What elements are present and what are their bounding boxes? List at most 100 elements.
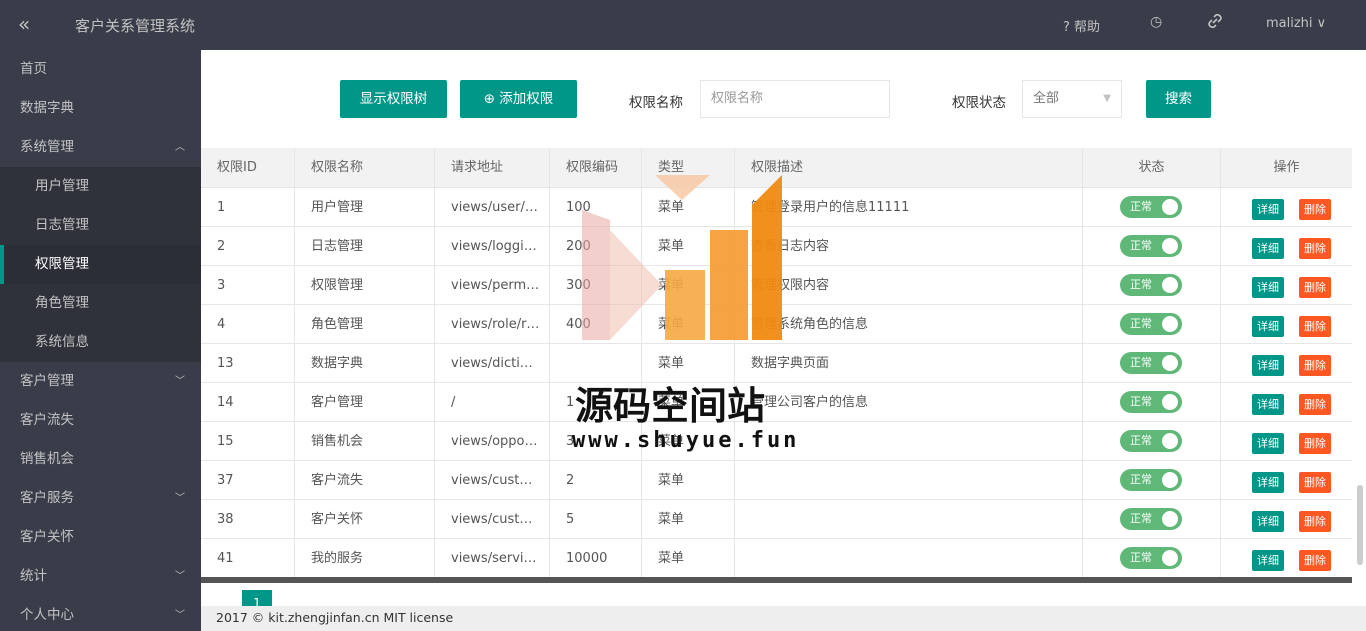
detail-button[interactable]: 详细 bbox=[1252, 355, 1284, 376]
sidebar-item-logs[interactable]: 日志管理 bbox=[0, 206, 201, 245]
sidebar-item-roles[interactable]: 角色管理 bbox=[0, 284, 201, 323]
detail-button[interactable]: 详细 bbox=[1252, 199, 1284, 220]
delete-button[interactable]: 删除 bbox=[1299, 550, 1331, 571]
sidebar-item-churn[interactable]: 客户流失 bbox=[0, 401, 201, 440]
sidebar-item-stats[interactable]: 统计 ﹀ bbox=[0, 557, 201, 596]
cell-status: 正常 bbox=[1083, 188, 1221, 227]
sidebar-item-label: 客户服务 bbox=[20, 490, 74, 506]
sidebar-item-profile[interactable]: 个人中心 ﹀ bbox=[0, 596, 201, 631]
delete-button[interactable]: 删除 bbox=[1299, 316, 1331, 337]
cell-code: 5 bbox=[550, 500, 642, 539]
sidebar-item-sales[interactable]: 销售机会 bbox=[0, 440, 201, 479]
column-header-type[interactable]: 类型 bbox=[642, 148, 735, 187]
collapse-sidebar-icon[interactable]: « bbox=[18, 12, 30, 36]
cell-desc bbox=[735, 539, 1083, 578]
cell-desc: 管理登录用户的信息11111 bbox=[735, 188, 1083, 227]
toggle-knob bbox=[1162, 277, 1178, 293]
cell-id: 38 bbox=[201, 500, 295, 539]
column-header-desc[interactable]: 权限描述 bbox=[735, 148, 1083, 187]
toggle-knob bbox=[1162, 394, 1178, 410]
table-row: 4 角色管理 views/role/r… 400 菜单 管理系统角色的信息 正常 详细 删除 bbox=[201, 304, 1352, 344]
status-toggle-label: 正常 bbox=[1130, 356, 1152, 369]
vertical-scrollbar[interactable] bbox=[1352, 50, 1366, 606]
status-toggle[interactable]: 正常 bbox=[1120, 274, 1182, 296]
horizontal-scrollbar[interactable] bbox=[201, 577, 1352, 583]
sidebar-item-label: 用户管理 bbox=[35, 178, 89, 194]
detail-button[interactable]: 详细 bbox=[1252, 277, 1284, 298]
cell-desc: 管理系统角色的信息 bbox=[735, 305, 1083, 344]
delete-button[interactable]: 删除 bbox=[1299, 394, 1331, 415]
cell-actions: 详细 删除 bbox=[1221, 344, 1352, 383]
status-toggle[interactable]: 正常 bbox=[1120, 469, 1182, 491]
cell-name: 权限管理 bbox=[295, 266, 435, 305]
status-toggle-label: 正常 bbox=[1130, 317, 1152, 330]
delete-button[interactable]: 删除 bbox=[1299, 472, 1331, 493]
cell-status: 正常 bbox=[1083, 461, 1221, 500]
delete-button[interactable]: 删除 bbox=[1299, 238, 1331, 259]
sidebar-item-care[interactable]: 客户关怀 bbox=[0, 518, 201, 557]
detail-button[interactable]: 详细 bbox=[1252, 472, 1284, 493]
column-header-status[interactable]: 状态 bbox=[1083, 148, 1221, 187]
sidebar-item-users[interactable]: 用户管理 bbox=[0, 167, 201, 206]
search-button[interactable]: 搜索 bbox=[1146, 80, 1211, 118]
status-filter-value: 全部 bbox=[1033, 91, 1060, 106]
status-toggle[interactable]: 正常 bbox=[1120, 547, 1182, 569]
footer: 2017 © kit.zhengjinfan.cn MIT license bbox=[201, 606, 1366, 631]
detail-button[interactable]: 详细 bbox=[1252, 550, 1284, 571]
user-menu[interactable]: malizhi ∨ bbox=[1266, 16, 1326, 31]
cell-type: 菜单 bbox=[642, 461, 735, 500]
toggle-knob bbox=[1162, 355, 1178, 371]
delete-button[interactable]: 删除 bbox=[1299, 511, 1331, 532]
detail-button[interactable]: 详细 bbox=[1252, 238, 1284, 259]
delete-button[interactable]: 删除 bbox=[1299, 433, 1331, 454]
clock-icon[interactable]: ◷ bbox=[1150, 14, 1162, 30]
sidebar-item-service[interactable]: 客户服务 ﹀ bbox=[0, 479, 201, 518]
help-link[interactable]: ? 帮助 bbox=[1063, 16, 1100, 35]
chevron-down-icon: ﹀ bbox=[175, 571, 185, 582]
delete-button[interactable]: 删除 bbox=[1299, 355, 1331, 376]
page-current[interactable]: 1 bbox=[242, 590, 272, 606]
status-toggle[interactable]: 正常 bbox=[1120, 430, 1182, 452]
status-toggle[interactable]: 正常 bbox=[1120, 235, 1182, 257]
status-toggle[interactable]: 正常 bbox=[1120, 313, 1182, 335]
table-row: 41 我的服务 views/servi… 10000 菜单 正常 详细 删除 bbox=[201, 538, 1352, 578]
cell-id: 4 bbox=[201, 305, 295, 344]
add-permission-button[interactable]: ⊕ 添加权限 bbox=[460, 80, 577, 118]
show-tree-button[interactable]: 显示权限树 bbox=[340, 80, 447, 118]
link-icon-svg bbox=[1208, 13, 1222, 29]
status-toggle[interactable]: 正常 bbox=[1120, 508, 1182, 530]
cell-id: 2 bbox=[201, 227, 295, 266]
table-row: 13 数据字典 views/dicti… 菜单 数据字典页面 正常 详细 删除 bbox=[201, 343, 1352, 383]
cell-status: 正常 bbox=[1083, 500, 1221, 539]
detail-button[interactable]: 详细 bbox=[1252, 316, 1284, 337]
cell-desc bbox=[735, 500, 1083, 539]
scrollbar-thumb[interactable] bbox=[1357, 485, 1363, 565]
name-filter-input[interactable]: 权限名称 bbox=[700, 80, 890, 118]
sidebar-item-system-info[interactable]: 系统信息 bbox=[0, 323, 201, 362]
detail-button[interactable]: 详细 bbox=[1252, 394, 1284, 415]
delete-button[interactable]: 删除 bbox=[1299, 199, 1331, 220]
sidebar-item-permissions[interactable]: 权限管理 bbox=[0, 245, 201, 284]
sidebar-item-dictionary[interactable]: 数据字典 bbox=[0, 89, 201, 128]
column-header-name[interactable]: 权限名称 bbox=[295, 148, 435, 187]
sidebar-item-system[interactable]: 系统管理 ︿ bbox=[0, 128, 201, 167]
status-toggle[interactable]: 正常 bbox=[1120, 196, 1182, 218]
table-row: 3 权限管理 views/perm… 300 菜单 管理权限内容 正常 详细 删除 bbox=[201, 265, 1352, 305]
status-toggle-label: 正常 bbox=[1130, 278, 1152, 291]
table-row: 1 用户管理 views/user/… 100 菜单 管理登录用户的信息11111 正常 详细… bbox=[201, 187, 1352, 227]
detail-button[interactable]: 详细 bbox=[1252, 511, 1284, 532]
status-toggle[interactable]: 正常 bbox=[1120, 352, 1182, 374]
column-header-id[interactable]: 权限ID bbox=[201, 148, 295, 187]
sidebar-item-home[interactable]: 首页 bbox=[0, 50, 201, 89]
link-icon[interactable] bbox=[1208, 13, 1222, 32]
status-toggle-label: 正常 bbox=[1130, 200, 1152, 213]
column-header-url[interactable]: 请求地址 bbox=[435, 148, 550, 187]
toolbar: 显示权限树 ⊕ 添加权限 权限名称 权限名称 权限状态 全部 ▼ 搜索 bbox=[201, 50, 1352, 147]
column-header-code[interactable]: 权限编码 bbox=[550, 148, 642, 187]
detail-button[interactable]: 详细 bbox=[1252, 433, 1284, 454]
delete-button[interactable]: 删除 bbox=[1299, 277, 1331, 298]
sidebar-item-customers[interactable]: 客户管理 ﹀ bbox=[0, 362, 201, 401]
status-filter-select[interactable]: 全部 ▼ bbox=[1022, 80, 1122, 118]
cell-url: / bbox=[435, 383, 550, 422]
status-toggle[interactable]: 正常 bbox=[1120, 391, 1182, 413]
